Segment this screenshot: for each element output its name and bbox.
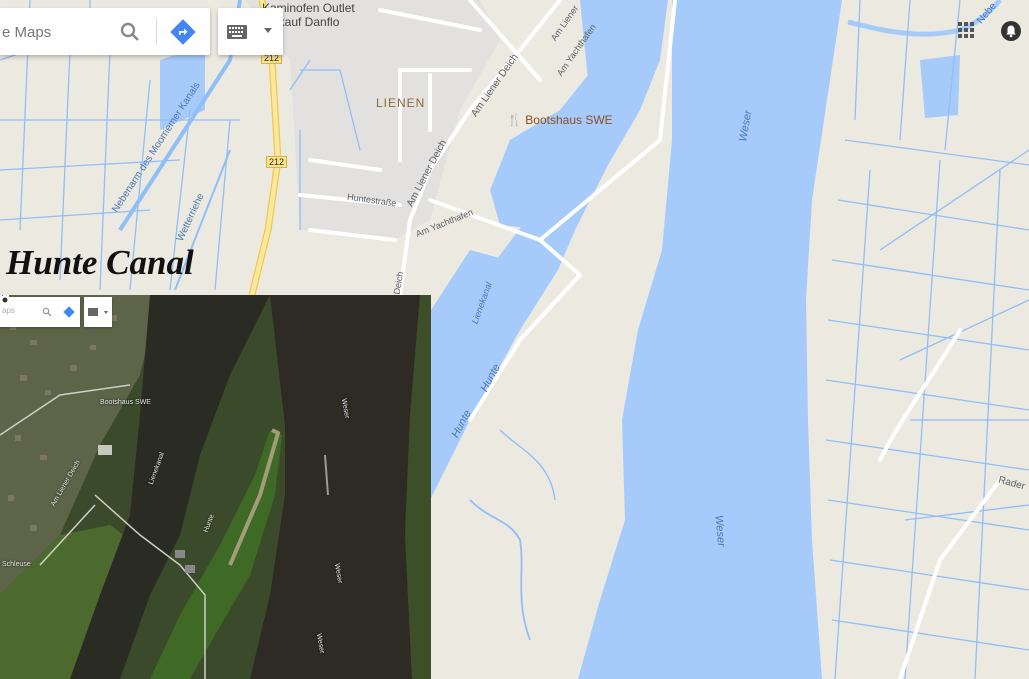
search-input[interactable] <box>0 20 104 44</box>
satellite-inset[interactable]: aps Bootshaus SWE Weser Weser Weser Hunt… <box>0 295 431 679</box>
label-lienen: LIENEN <box>376 96 426 110</box>
search-icon[interactable] <box>118 20 142 44</box>
notifications-icon[interactable] <box>1001 21 1021 41</box>
inset-search-icon[interactable] <box>42 307 52 317</box>
search-separator <box>156 18 157 45</box>
inset-label-schleuse: Schleuse <box>2 561 31 568</box>
keyboard-icon <box>227 25 247 39</box>
inset-chevron-down-icon <box>104 311 108 314</box>
route-212-shield-2: 212 <box>266 156 288 168</box>
inset-search-placeholder: aps <box>2 306 15 315</box>
inset-label-bootshaus: Bootshaus SWE <box>100 399 151 406</box>
image-title: Hunte Canal <box>6 243 194 282</box>
directions-icon[interactable] <box>170 19 196 45</box>
label-bootshaus-swe[interactable]: 🍴 Bootshaus SWE <box>507 113 613 127</box>
search-box <box>0 8 210 55</box>
restaurant-icon: 🍴 <box>507 113 522 127</box>
bootshaus-label: Bootshaus SWE <box>525 113 613 127</box>
inset-directions-icon[interactable] <box>63 306 75 318</box>
inset-keyboard-selector[interactable] <box>84 297 112 327</box>
apps-icon[interactable] <box>957 21 975 39</box>
inset-search-box[interactable]: aps <box>0 297 80 327</box>
chevron-down-icon <box>264 28 272 33</box>
inset-keyboard-icon <box>88 308 98 316</box>
inset-notifications-icon[interactable] <box>0 295 10 305</box>
keyboard-selector[interactable] <box>218 8 283 55</box>
